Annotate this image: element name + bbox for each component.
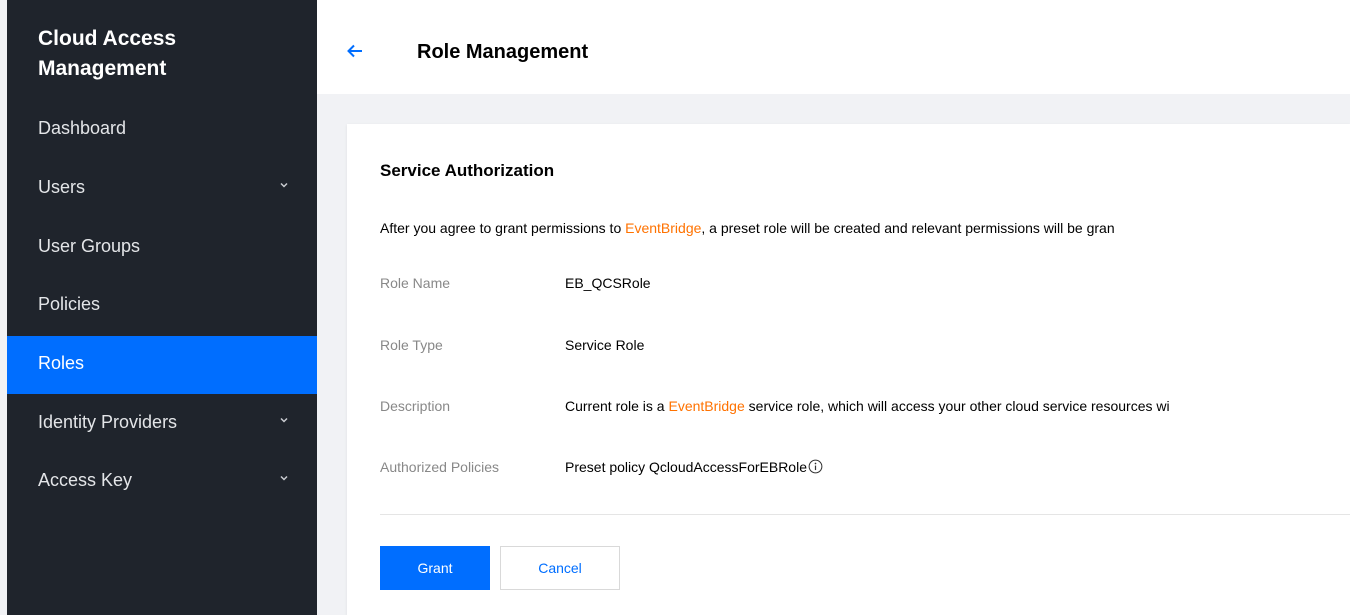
- authorized-policies-text: Preset policy QcloudAccessForEBRole: [565, 459, 807, 475]
- description-before: Current role is a: [565, 398, 669, 414]
- sidebar: Cloud Access Management Dashboard Users …: [7, 0, 317, 615]
- sidebar-item-user-groups[interactable]: User Groups: [7, 219, 317, 277]
- eventbridge-highlight: EventBridge: [625, 220, 702, 236]
- chevron-down-icon: [280, 417, 288, 423]
- cancel-button[interactable]: Cancel: [500, 546, 620, 590]
- role-name-label: Role Name: [380, 275, 451, 291]
- authorized-policies-label: Authorized Policies: [380, 459, 500, 475]
- grant-button[interactable]: Grant: [380, 546, 490, 590]
- sidebar-item-label: Identity Providers: [38, 412, 178, 432]
- page-title: Role Management: [417, 41, 589, 63]
- sidebar-item-roles[interactable]: Roles: [7, 336, 317, 394]
- info-icon[interactable]: [808, 459, 823, 474]
- eventbridge-highlight: EventBridge: [668, 398, 745, 414]
- sidebar-item-label: Access Key: [38, 470, 133, 490]
- sidebar-item-label: Roles: [38, 353, 85, 373]
- arrow-left-icon[interactable]: [345, 41, 365, 61]
- description-after: service role, which will access your oth…: [744, 398, 1170, 414]
- sidebar-item-label: Users: [38, 177, 86, 197]
- intro-text-after: , a preset role will be created and rele…: [701, 220, 1115, 236]
- sidebar-title: Cloud Access Management: [38, 27, 177, 80]
- section-title: Service Authorization: [380, 161, 555, 180]
- authorized-policies-value: Preset policy QcloudAccessForEBRole: [565, 459, 823, 475]
- sidebar-item-users[interactable]: Users: [7, 160, 317, 218]
- chevron-down-icon: [280, 475, 288, 481]
- chevron-down-icon: [280, 182, 288, 188]
- description-value: Current role is a EventBridge service ro…: [565, 398, 1170, 414]
- role-type-label: Role Type: [380, 337, 443, 353]
- divider: [380, 514, 1350, 515]
- sidebar-item-dashboard[interactable]: Dashboard: [7, 101, 317, 159]
- sidebar-item-label: Policies: [38, 294, 101, 314]
- sidebar-item-access-key[interactable]: Access Key: [7, 453, 317, 511]
- service-authorization-card: Service Authorization After you agree to…: [347, 124, 1350, 615]
- sidebar-item-label: User Groups: [38, 236, 141, 256]
- intro-text-before: After you agree to grant permissions to: [380, 220, 626, 236]
- description-label: Description: [380, 398, 451, 414]
- role-type-value: Service Role: [565, 337, 645, 353]
- sidebar-item-label: Dashboard: [38, 118, 127, 138]
- role-name-value: EB_QCSRole: [565, 275, 651, 291]
- sidebar-item-identity-providers[interactable]: Identity Providers: [7, 395, 317, 453]
- page-header: Role Management: [317, 0, 1350, 94]
- intro-text: After you agree to grant permissions to …: [380, 220, 1115, 236]
- sidebar-item-policies[interactable]: Policies: [7, 277, 317, 335]
